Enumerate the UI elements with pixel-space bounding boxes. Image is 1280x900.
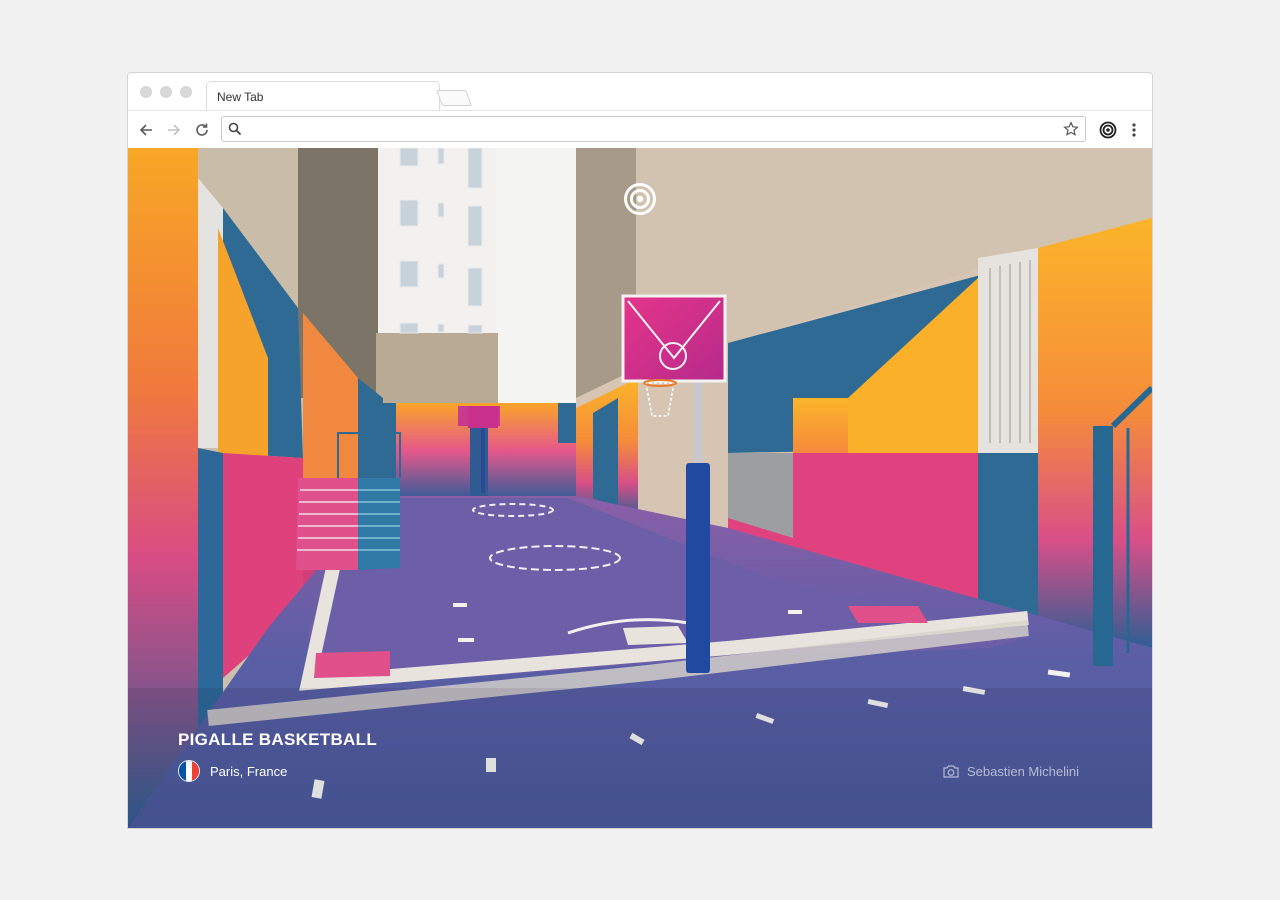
arrow-right-icon[interactable]: [164, 120, 184, 140]
new-tab-page: PIGALLE BASKETBALL Paris, France Sebasti…: [128, 148, 1152, 828]
browser-window: New Tab PIGALLE BASKETBALL Paris, France…: [127, 72, 1153, 829]
new-tab-button[interactable]: [436, 90, 472, 106]
photo-location[interactable]: Paris, France: [210, 764, 287, 779]
minimize-window-button[interactable]: [160, 86, 172, 98]
photographer-name: Sebastien Michelini: [967, 763, 1080, 779]
tab-label: New Tab: [217, 90, 264, 104]
background-photo: [128, 148, 1152, 828]
france-flag-icon: [178, 760, 200, 782]
search-icon: [228, 122, 242, 141]
camera-icon: [943, 765, 959, 778]
browser-toolbar: [128, 110, 1152, 149]
target-rings-icon[interactable]: [1098, 120, 1118, 140]
more-vertical-icon[interactable]: [1124, 120, 1144, 140]
photo-credit[interactable]: Sebastien Michelini: [943, 762, 1079, 780]
maximize-window-button[interactable]: [180, 86, 192, 98]
target-rings-icon[interactable]: [623, 182, 657, 216]
arrow-left-icon[interactable]: [136, 120, 156, 140]
reload-icon[interactable]: [192, 120, 212, 140]
tab-strip: New Tab: [128, 73, 1152, 111]
star-icon[interactable]: [1063, 121, 1079, 142]
address-input[interactable]: [246, 120, 1050, 140]
tab-new-tab[interactable]: New Tab: [206, 81, 440, 111]
close-window-button[interactable]: [140, 86, 152, 98]
photo-title: PIGALLE BASKETBALL: [178, 730, 378, 749]
address-bar[interactable]: [221, 116, 1086, 142]
